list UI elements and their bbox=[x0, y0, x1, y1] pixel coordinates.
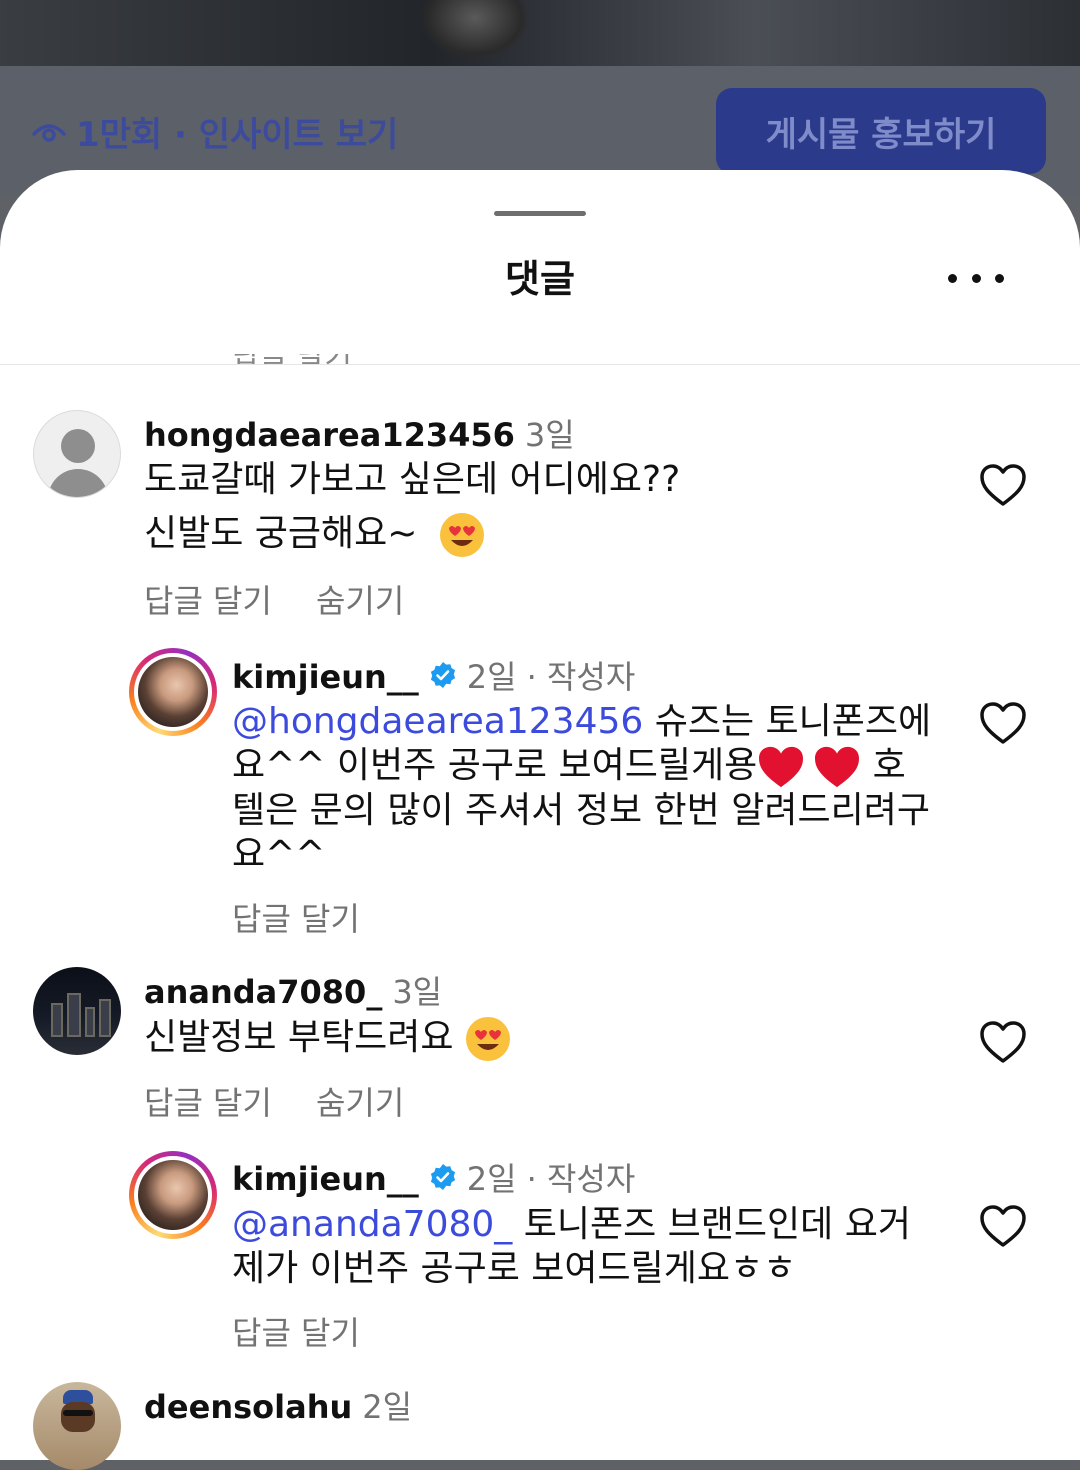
verified-badge-icon bbox=[430, 1164, 455, 1190]
reply-username[interactable]: kimjieun__ bbox=[232, 658, 419, 696]
comment-time: 3일 bbox=[524, 416, 575, 454]
reply-button[interactable]: 답글 달기 bbox=[232, 894, 360, 940]
cut-off-reply-link: 답글 달기 bbox=[232, 354, 362, 364]
comment-time: 2일 bbox=[362, 1388, 413, 1426]
sheet-title: 댓글 bbox=[505, 257, 575, 301]
comment-text: 도쿄갈때 가보고 싶은데 어디에요?? bbox=[144, 459, 681, 500]
reply-time: 2일 bbox=[466, 1160, 517, 1198]
heart-outline-icon[interactable] bbox=[978, 700, 1028, 746]
avatar[interactable] bbox=[33, 967, 121, 1055]
promote-post-button[interactable]: 게시물 홍보하기 bbox=[716, 88, 1046, 174]
avatar[interactable] bbox=[129, 1151, 217, 1239]
more-icon[interactable] bbox=[948, 266, 1004, 290]
avatar[interactable] bbox=[129, 648, 217, 736]
avatar[interactable] bbox=[33, 1382, 121, 1470]
reply-button[interactable]: 답글 달기 bbox=[144, 1078, 272, 1124]
heart-outline-icon[interactable] bbox=[978, 1019, 1028, 1065]
author-tag: · 작성자 bbox=[526, 1160, 636, 1198]
post-photo-shoe bbox=[420, 0, 530, 60]
comment-username[interactable]: deensolahu bbox=[144, 1388, 352, 1426]
reply-text: @hongdaearea123456 슈즈는 토니폰즈에 요^^ 이번주 공구로… bbox=[232, 701, 932, 875]
reply-username[interactable]: kimjieun__ bbox=[232, 1160, 419, 1198]
red-heart-emoji bbox=[759, 746, 804, 788]
comment-username[interactable]: ananda7080_ bbox=[144, 973, 382, 1011]
comment-text: 신발정보 부탁드려요 bbox=[144, 1016, 511, 1062]
hide-button[interactable]: 숨기기 bbox=[316, 576, 404, 622]
mention-link[interactable]: @hongdaearea123456 bbox=[232, 701, 643, 742]
reply-button[interactable]: 답글 달기 bbox=[232, 1308, 360, 1354]
verified-badge-icon bbox=[430, 662, 455, 688]
red-heart-emoji bbox=[815, 746, 860, 788]
heart-eyes-emoji bbox=[439, 513, 484, 557]
author-tag: · 작성자 bbox=[526, 658, 636, 696]
eye-icon bbox=[32, 124, 66, 142]
avatar[interactable] bbox=[33, 410, 121, 498]
reply-time: 2일 bbox=[466, 658, 517, 696]
hide-button[interactable]: 숨기기 bbox=[316, 1078, 404, 1124]
view-insights-link[interactable]: 1만회 · 인사이트 보기 bbox=[32, 108, 399, 155]
reply-text: @ananda7080_ 토니폰즈 브랜드인데 요거 제가 이번주 공구로 보여… bbox=[232, 1204, 911, 1289]
mention-link[interactable]: @ananda7080_ bbox=[232, 1204, 512, 1245]
heart-eyes-emoji bbox=[465, 1017, 510, 1061]
comment-text-line2: 신발도 궁금해요~ bbox=[144, 512, 485, 558]
header-divider bbox=[0, 364, 1080, 365]
comment-time: 3일 bbox=[392, 973, 443, 1011]
insight-text: 1만회 · 인사이트 보기 bbox=[76, 114, 399, 155]
post-photo bbox=[0, 0, 1080, 66]
heart-outline-icon[interactable] bbox=[978, 1203, 1028, 1249]
heart-outline-icon[interactable] bbox=[978, 462, 1028, 508]
comment-username[interactable]: hongdaearea123456 bbox=[144, 416, 515, 454]
drag-handle[interactable] bbox=[494, 211, 586, 216]
reply-button[interactable]: 답글 달기 bbox=[144, 576, 272, 622]
